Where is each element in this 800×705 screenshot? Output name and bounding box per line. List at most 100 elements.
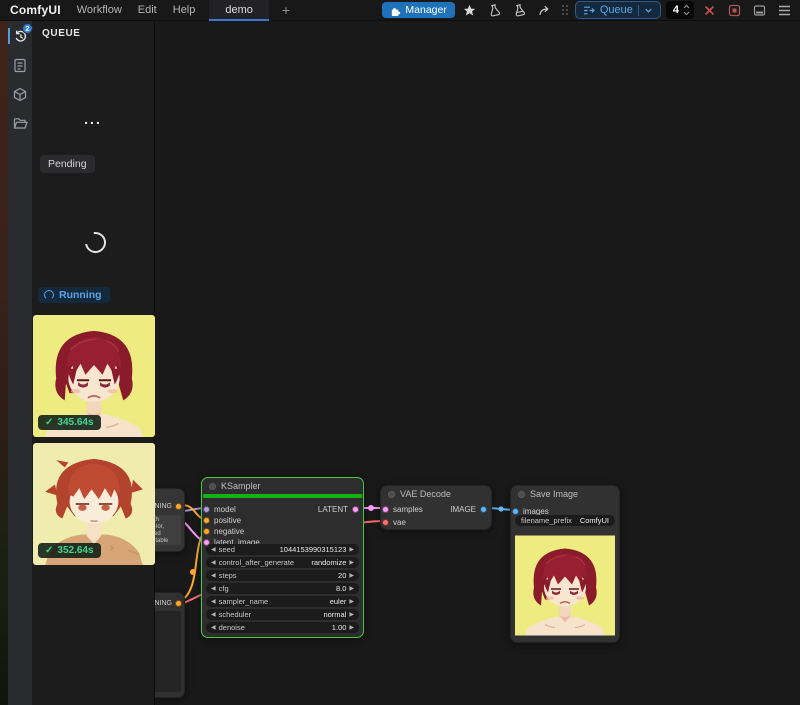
puzzle-piece-icon bbox=[390, 5, 401, 16]
conditioning-slot-dot[interactable] bbox=[175, 503, 182, 510]
decrement-icon[interactable] bbox=[211, 586, 216, 592]
node-graph-canvas[interactable]: NING th -lor, ed itable NING KSampler bbox=[155, 21, 800, 705]
ksampler-widgets: seed 1044153990315123 control_after_gene… bbox=[206, 544, 359, 633]
widget-denoise[interactable]: denoise 1.00 bbox=[206, 622, 359, 633]
node-title: KSampler bbox=[221, 481, 261, 491]
node-header[interactable]: Save Image bbox=[511, 486, 619, 502]
decrement-icon[interactable] bbox=[211, 560, 216, 566]
prompt-text-widget[interactable] bbox=[155, 611, 181, 692]
image-slot-dot[interactable] bbox=[512, 508, 519, 515]
star-icon[interactable] bbox=[460, 2, 480, 18]
queue-panel: QUEUE ... Pending Running 345.64s 352.64… bbox=[32, 21, 155, 705]
conditioning-slot-dot[interactable] bbox=[203, 528, 210, 535]
sidebar-item-queue[interactable]: 2 bbox=[8, 26, 32, 46]
node-header[interactable]: VAE Decode bbox=[381, 486, 491, 502]
latent-slot-dot[interactable] bbox=[382, 506, 389, 513]
menu-help[interactable]: Help bbox=[173, 4, 196, 16]
execution-progress-bar bbox=[203, 494, 362, 498]
saved-image-preview[interactable] bbox=[515, 531, 615, 640]
flask-icon-1[interactable] bbox=[485, 2, 505, 18]
queue-run-icon bbox=[583, 5, 595, 16]
increment-icon[interactable] bbox=[349, 560, 354, 566]
collapse-dot[interactable] bbox=[518, 491, 525, 498]
stop-icon[interactable] bbox=[724, 2, 744, 18]
increment-icon[interactable] bbox=[349, 599, 354, 605]
hamburger-menu-icon[interactable] bbox=[774, 2, 794, 18]
folder-open-icon bbox=[13, 117, 28, 130]
share-arrow-icon[interactable] bbox=[535, 2, 555, 18]
stepper-chevrons-icon[interactable] bbox=[682, 3, 691, 17]
widget-sampler-name[interactable]: sampler_name euler bbox=[206, 596, 359, 607]
menu-edit[interactable]: Edit bbox=[138, 4, 157, 16]
decrement-icon[interactable] bbox=[211, 573, 216, 579]
collapse-dot[interactable] bbox=[209, 483, 216, 490]
loading-spinner bbox=[81, 228, 110, 257]
queue-result-thumbnail[interactable]: 345.64s bbox=[33, 315, 155, 437]
flask-icon-2[interactable] bbox=[510, 2, 530, 18]
widget-filename-prefix[interactable]: filename_prefix ComfyUI bbox=[515, 515, 615, 526]
sidebar-item-node-library[interactable] bbox=[8, 113, 32, 133]
widget-scheduler[interactable]: scheduler normal bbox=[206, 609, 359, 620]
clip-text-encode-node-partial-2[interactable]: NING bbox=[155, 592, 185, 698]
widget-control-after-generate[interactable]: control_after_generate randomize bbox=[206, 557, 359, 568]
manager-button[interactable]: Manager bbox=[382, 2, 454, 18]
conditioning-output-slot[interactable]: NING bbox=[155, 501, 182, 511]
clear-queue-icon[interactable] bbox=[699, 2, 719, 18]
decrement-icon[interactable] bbox=[211, 625, 216, 631]
duration-value: 345.64s bbox=[57, 417, 93, 428]
drag-handle-icon[interactable] bbox=[560, 2, 570, 18]
conditioning-slot-dot[interactable] bbox=[203, 517, 210, 524]
widget-cfg[interactable]: cfg 8.0 bbox=[206, 583, 359, 594]
decrement-icon[interactable] bbox=[211, 612, 216, 618]
duration-value: 352.64s bbox=[57, 545, 93, 556]
increment-icon[interactable] bbox=[349, 625, 354, 631]
widget-seed[interactable]: seed 1044153990315123 bbox=[206, 544, 359, 555]
increment-icon[interactable] bbox=[349, 612, 354, 618]
input-slot-samples[interactable]: samples bbox=[383, 504, 423, 514]
latent-slot-dot[interactable] bbox=[352, 506, 359, 513]
widget-steps[interactable]: steps 20 bbox=[206, 570, 359, 581]
overflow-menu-button[interactable]: ... bbox=[84, 111, 102, 127]
workflow-tab-demo[interactable]: demo bbox=[209, 0, 269, 21]
chevron-down-icon[interactable] bbox=[644, 6, 653, 15]
conditioning-output-slot[interactable]: NING bbox=[155, 598, 182, 608]
queue-result-thumbnail[interactable]: 352.64s bbox=[33, 443, 155, 565]
increment-icon[interactable] bbox=[349, 573, 354, 579]
sidebar-item-workflows[interactable] bbox=[8, 55, 32, 75]
vae-decode-node[interactable]: VAE Decode samples vae IMAGE bbox=[380, 485, 492, 530]
increment-icon[interactable] bbox=[349, 547, 354, 553]
bottom-panel-toggle-icon[interactable] bbox=[749, 2, 769, 18]
input-slot-negative[interactable]: negative bbox=[204, 526, 244, 536]
app-logo[interactable]: ComfyUI bbox=[10, 3, 61, 17]
cube-icon bbox=[13, 87, 27, 102]
prompt-text-widget[interactable]: th -lor, ed itable bbox=[155, 515, 181, 545]
collapse-dot[interactable] bbox=[388, 491, 395, 498]
running-badge: Running bbox=[38, 287, 110, 303]
menu-workflow[interactable]: Workflow bbox=[77, 4, 122, 16]
menubar: ComfyUI Workflow Edit Help demo Manager bbox=[0, 0, 800, 21]
queue-button[interactable]: Queue bbox=[575, 1, 661, 19]
decrement-icon[interactable] bbox=[211, 599, 216, 605]
slot-label: NING bbox=[155, 503, 172, 510]
clip-text-encode-node-partial[interactable]: NING th -lor, ed itable bbox=[155, 488, 185, 552]
vae-slot-dot[interactable] bbox=[382, 519, 389, 526]
running-label: Running bbox=[59, 289, 102, 301]
new-workflow-tab-button[interactable] bbox=[277, 1, 295, 19]
increment-icon[interactable] bbox=[349, 586, 354, 592]
check-icon bbox=[45, 545, 53, 556]
decrement-icon[interactable] bbox=[211, 547, 216, 553]
save-image-node[interactable]: Save Image images filename_prefix ComfyU… bbox=[510, 485, 620, 643]
input-slot-positive[interactable]: positive bbox=[204, 515, 241, 525]
node-header[interactable]: KSampler bbox=[202, 478, 363, 494]
output-slot-image[interactable]: IMAGE bbox=[450, 504, 487, 514]
output-slot-latent[interactable]: LATENT bbox=[318, 504, 359, 514]
ksampler-node[interactable]: KSampler model positive negative latent_… bbox=[201, 477, 364, 638]
queue-count-badge: 2 bbox=[22, 23, 33, 34]
sidebar-item-model-library[interactable] bbox=[8, 84, 32, 104]
batch-count-stepper[interactable]: 4 bbox=[666, 1, 694, 19]
input-slot-model[interactable]: model bbox=[204, 504, 236, 514]
input-slot-vae[interactable]: vae bbox=[383, 517, 406, 527]
model-slot-dot[interactable] bbox=[203, 506, 210, 513]
image-slot-dot[interactable] bbox=[480, 506, 487, 513]
conditioning-slot-dot[interactable] bbox=[175, 600, 182, 607]
